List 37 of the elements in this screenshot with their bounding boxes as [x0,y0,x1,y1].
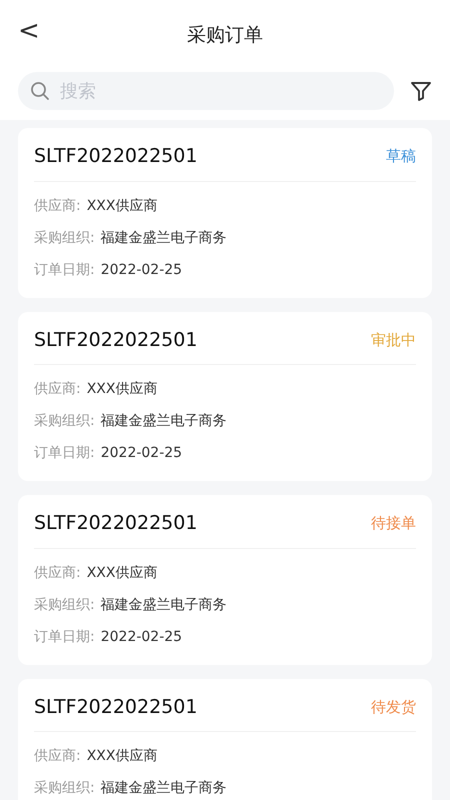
field-label: 供应商: [34,747,81,766]
field-label: 采购组织: [34,412,95,431]
order-status: 审批中 [371,330,416,350]
field-value: 2022-02-25 [100,444,182,463]
page-title: 采购订单 [187,22,263,48]
field-value: 福建金盛兰电子商务 [100,412,227,431]
field-value: 2022-02-25 [100,260,182,280]
back-button[interactable]: < [14,18,44,44]
order-card[interactable]: SLTF2022022501 草稿 供应商: XXX供应商 采购组织: 福建金盛兰电子商务 订单日期: 2022-02-25 [18,128,432,298]
order-status: 待接单 [371,513,416,534]
field-label: 供应商: [34,196,81,216]
order-card[interactable]: SLTF2022022501 待接单 供应商: XXX供应商 采购组织: 福建金盛兰电子商务 订单日期: 2022-02-25 [18,495,432,664]
field-label: 供应商: [34,380,81,399]
order-number: SLTF2022022501 [34,511,198,536]
field-value: XXX供应商 [86,747,158,766]
order-status: 草稿 [386,146,416,167]
field-value: XXX供应商 [86,196,158,216]
field-value: 福建金盛兰电子商务 [100,228,227,248]
order-status: 待发货 [371,696,416,718]
field-value: XXX供应商 [86,564,158,582]
filter-icon[interactable] [410,80,432,102]
order-number: SLTF2022022501 [34,144,198,169]
order-card[interactable]: SLTF2022022501 待发货 供应商: XXX供应商 采购组织: 福建金盛兰电子商务 [18,678,432,800]
order-number: SLTF2022022501 [34,328,198,352]
field-label: 订单日期: [34,628,95,646]
order-card[interactable]: SLTF2022022501 审批中 供应商: XXX供应商 采购组织: 福建金盛兰电子商务 订单日期: 2022-02-25 [18,312,432,481]
field-value: 福建金盛兰电子商务 [100,596,227,614]
field-value: 2022-02-25 [100,628,182,646]
field-label: 采购组织: [34,779,95,798]
field-label: 采购组织: [34,596,95,614]
field-value: 福建金盛兰电子商务 [100,779,227,798]
field-value: XXX供应商 [86,380,158,399]
field-label: 订单日期: [34,444,95,463]
order-number: SLTF2022022501 [34,694,198,720]
field-label: 供应商: [34,564,81,582]
field-label: 采购组织: [34,228,95,248]
field-label: 订单日期: [34,260,95,280]
